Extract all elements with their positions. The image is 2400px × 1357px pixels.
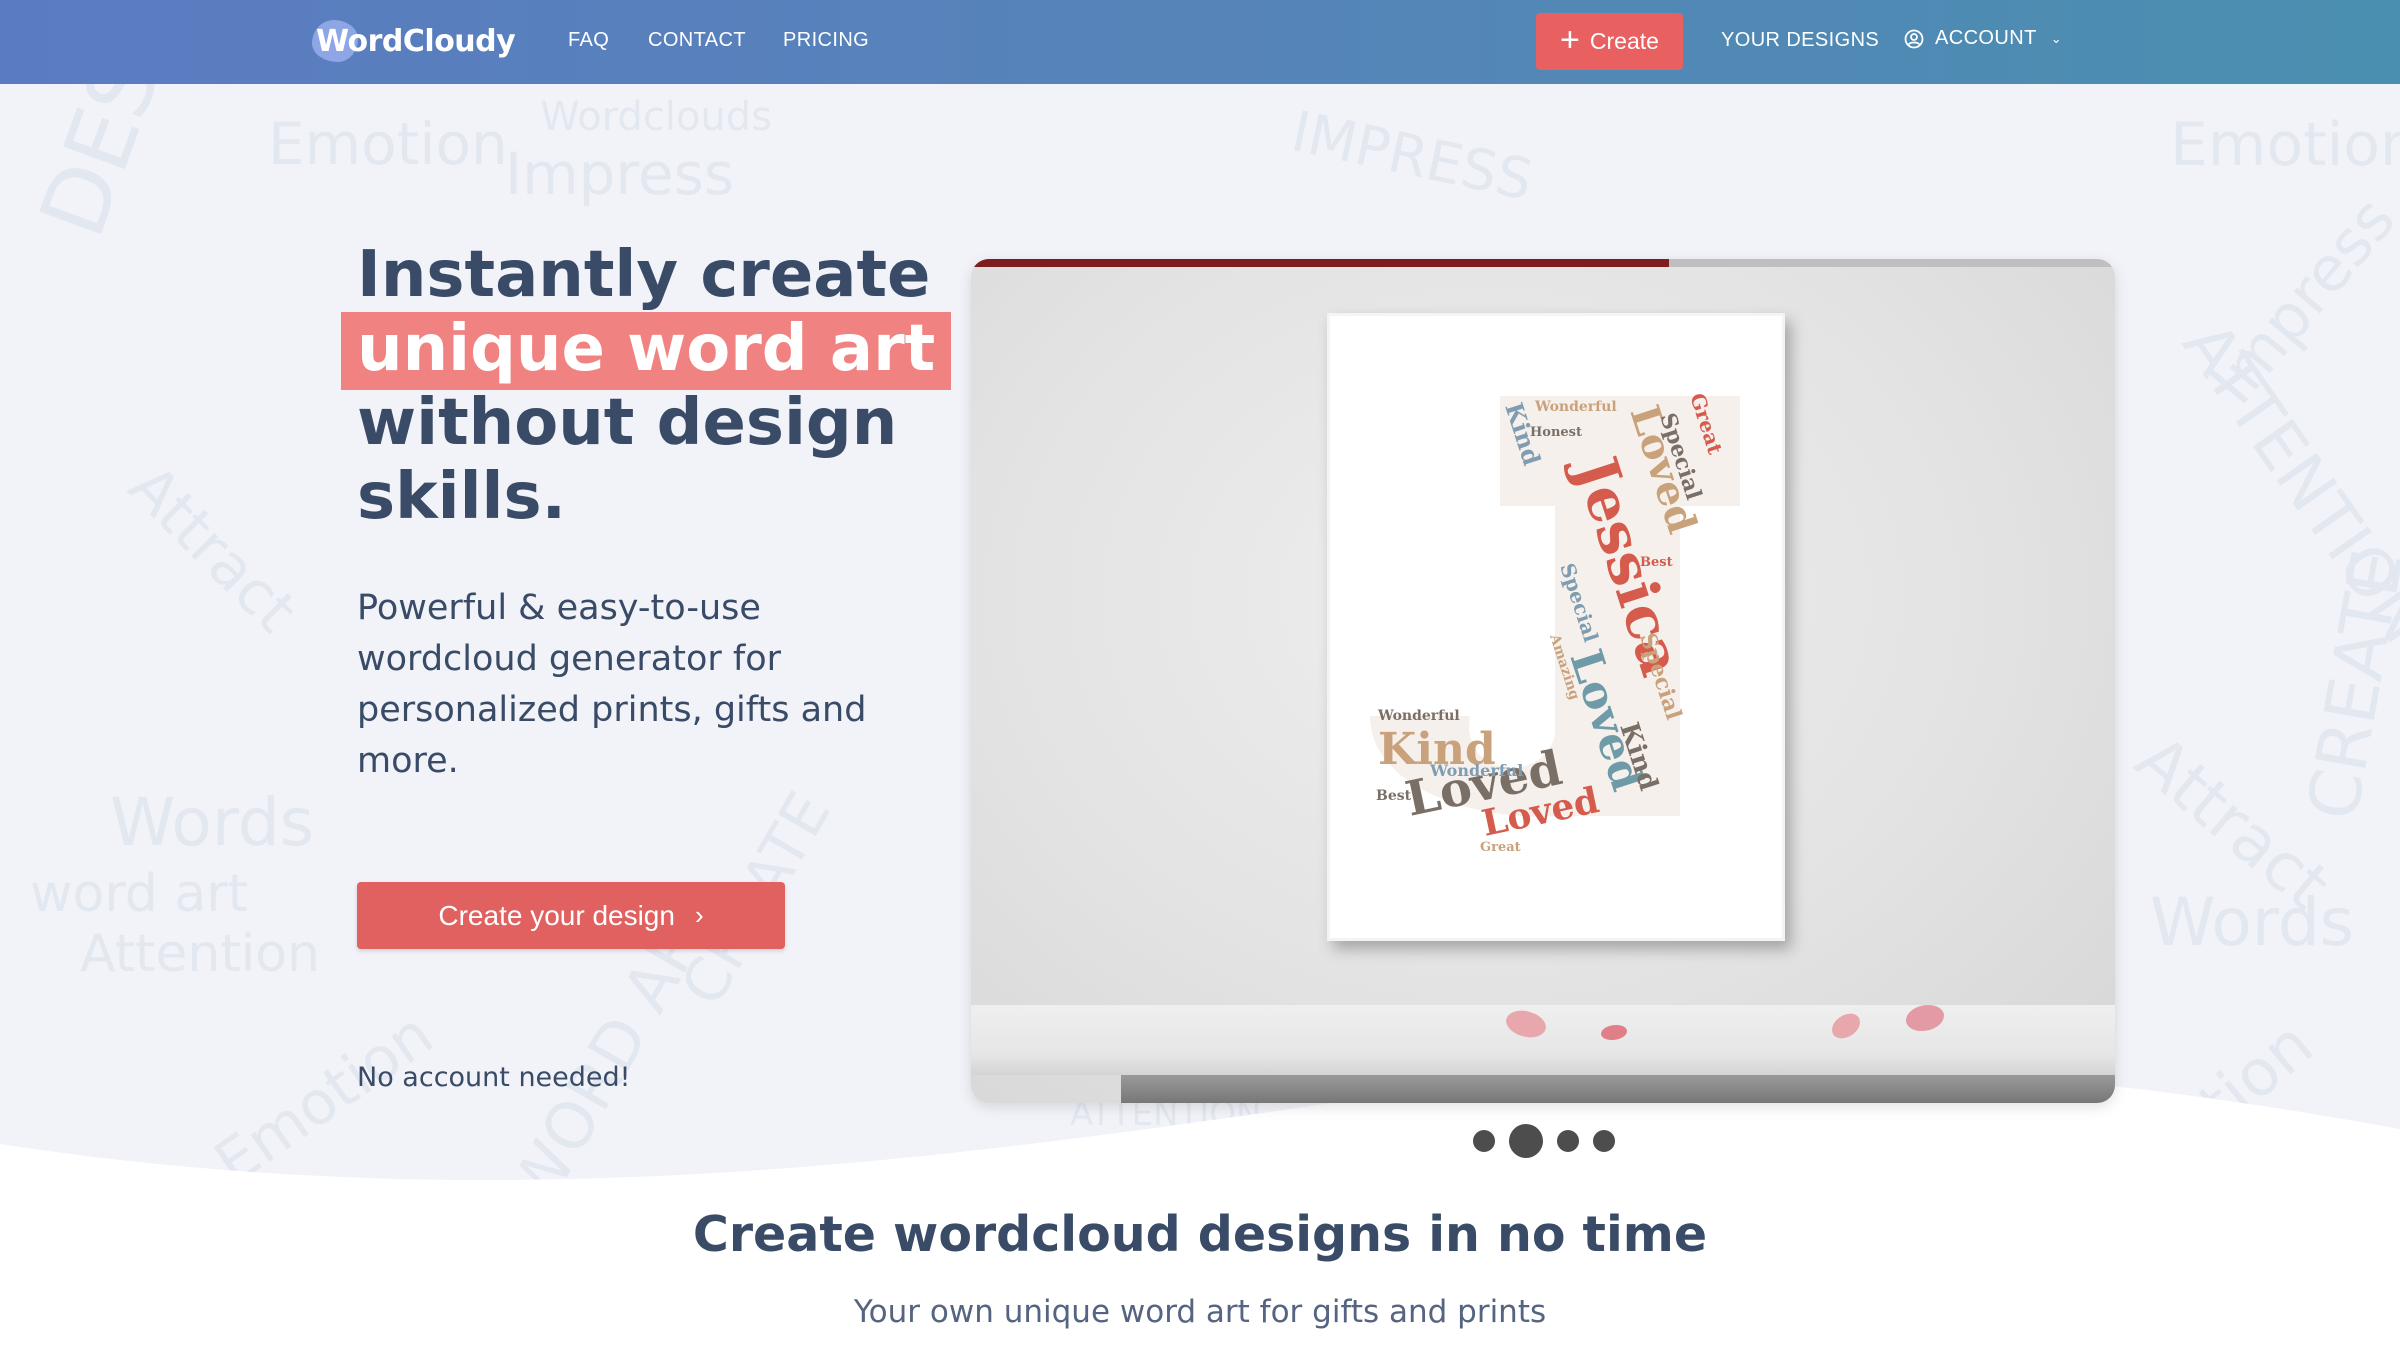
create-your-design-button[interactable]: Create your design › xyxy=(357,882,785,949)
nav-link-your-designs[interactable]: YOUR DESIGNS xyxy=(1721,29,1879,52)
section-title: Create wordcloud designs in no time xyxy=(692,1206,1708,1263)
framed-wordcloud-print: Jessica Loved Loved Special Great Kind W… xyxy=(1327,313,1785,941)
slide-dot-2-active[interactable] xyxy=(1509,1124,1543,1158)
word: Wonderful xyxy=(1429,761,1523,780)
logo[interactable]: WordCloudy xyxy=(312,18,516,64)
word: Best xyxy=(1376,788,1412,804)
word: Best xyxy=(1640,555,1673,570)
plus-icon: + xyxy=(1560,20,1580,59)
headline-line-1: Instantly create xyxy=(357,238,931,312)
slide-progress-fill xyxy=(971,259,1669,267)
top-navbar: WordCloudy FAQ CONTACT PRICING + Create … xyxy=(0,0,2400,84)
account-menu[interactable]: ACCOUNT ⌄ xyxy=(1904,27,2062,50)
nav-link-faq[interactable]: FAQ xyxy=(568,29,609,52)
headline-line-4: skills. xyxy=(357,460,566,534)
no-account-note: No account needed! xyxy=(357,1062,631,1093)
slide-dot-3[interactable] xyxy=(1557,1130,1579,1152)
cta-label: Create your design xyxy=(438,899,675,931)
nav-link-contact[interactable]: CONTACT xyxy=(648,29,746,52)
slide-dot-4[interactable] xyxy=(1593,1130,1615,1152)
chevron-down-icon: ⌄ xyxy=(2050,30,2062,46)
hero-subtext: Powerful & easy-to-use wordcloud generat… xyxy=(357,588,867,781)
slide-progress-bar xyxy=(971,259,2115,267)
hero-headline: Instantly create unique word art without… xyxy=(341,238,957,534)
hero-section: Emotion Impress Wordclouds DESIGN Attrac… xyxy=(0,84,2400,1244)
chevron-right-icon: › xyxy=(694,900,704,930)
word: Honest xyxy=(1530,425,1582,440)
headline-line-3: without design xyxy=(357,386,898,460)
shelf-edge xyxy=(1121,1075,2115,1103)
nav-link-pricing[interactable]: PRICING xyxy=(783,29,869,52)
account-label: ACCOUNT xyxy=(1935,27,2037,49)
hero-slideshow[interactable]: Jessica Loved Loved Special Great Kind W… xyxy=(971,259,2115,1103)
create-button[interactable]: + Create xyxy=(1536,13,1683,70)
user-circle-icon xyxy=(1904,29,1924,48)
logo-text: WordCloudy xyxy=(316,23,516,59)
word: Wonderful xyxy=(1534,399,1617,415)
word: Great xyxy=(1480,840,1521,855)
word: Wonderful xyxy=(1377,708,1460,724)
wordcloud-artwork: Jessica Loved Loved Special Great Kind W… xyxy=(1370,390,1740,855)
slide-dot-1[interactable] xyxy=(1473,1130,1495,1152)
section-subtitle: Your own unique word art for gifts and p… xyxy=(853,1294,1547,1330)
slideshow-dots xyxy=(1473,1124,1629,1158)
create-button-label: Create xyxy=(1589,28,1659,54)
headline-highlight: unique word art xyxy=(341,312,952,390)
